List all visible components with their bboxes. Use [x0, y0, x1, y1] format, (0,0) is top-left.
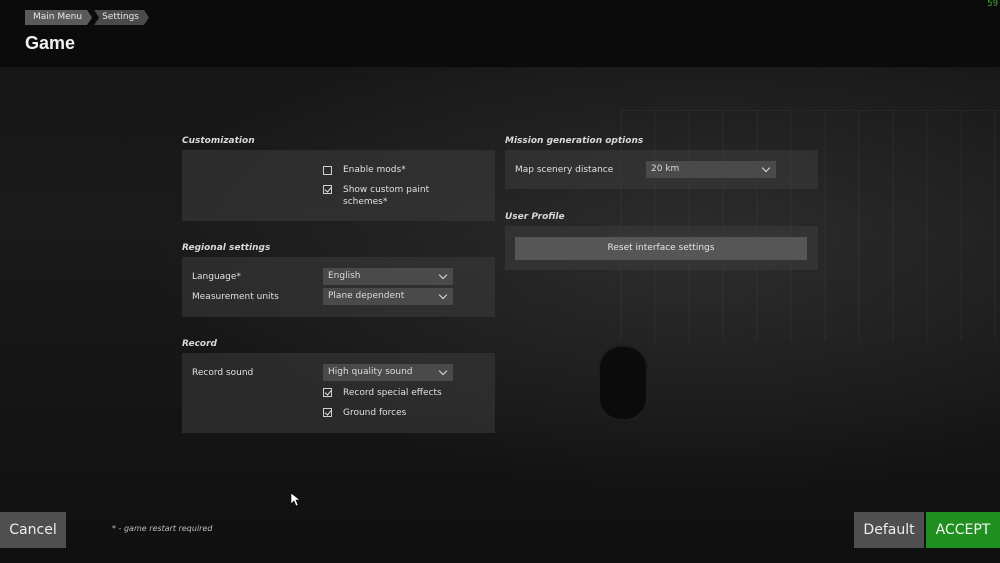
custom-paint-checkbox[interactable]	[323, 185, 332, 194]
measurement-units-value: Plane dependent	[328, 291, 405, 301]
check-icon	[324, 185, 332, 193]
chevron-down-icon	[761, 163, 771, 173]
mouse-cursor-icon	[291, 493, 301, 507]
enable-mods-label: Enable mods*	[343, 165, 406, 175]
custom-paint-label-line2: schemes*	[343, 197, 388, 207]
measurement-units-label: Measurement units	[192, 292, 279, 302]
reset-interface-settings-button[interactable]: Reset interface settings	[515, 237, 807, 260]
record-special-effects-checkbox[interactable]	[323, 388, 332, 397]
map-scenery-distance-value: 20 km	[651, 164, 680, 174]
breadcrumb-settings[interactable]: Settings	[94, 10, 149, 25]
record-title: Record	[182, 339, 217, 349]
aircraft-wheel-backdrop	[598, 345, 648, 421]
mission-generation-title: Mission generation options	[505, 136, 644, 146]
ground-forces-checkbox[interactable]	[323, 408, 332, 417]
default-button[interactable]: Default	[854, 512, 924, 548]
breadcrumb: Main Menu Settings	[25, 10, 151, 25]
page-title: Game	[25, 33, 76, 53]
fps-counter: 59	[987, 0, 998, 9]
header-bar: Main Menu Settings Game 59	[0, 0, 1000, 67]
language-select[interactable]: English	[323, 268, 453, 285]
record-panel: Record sound High quality sound Record s…	[182, 353, 495, 433]
custom-paint-label: Show custom paint schemes*	[343, 184, 429, 208]
chevron-down-icon	[438, 366, 448, 376]
record-sound-value: High quality sound	[328, 367, 413, 377]
record-sound-label: Record sound	[192, 368, 254, 378]
language-value: English	[328, 271, 361, 281]
customization-panel: Enable mods* Show custom paint schemes*	[182, 150, 495, 221]
breadcrumb-main-menu[interactable]: Main Menu	[25, 10, 92, 25]
accept-button[interactable]: ACCEPT	[926, 512, 1000, 548]
chevron-down-icon	[438, 290, 448, 300]
check-icon	[324, 388, 332, 396]
regional-settings-title: Regional settings	[182, 243, 271, 253]
map-scenery-distance-label: Map scenery distance	[515, 165, 614, 175]
custom-paint-label-line1: Show custom paint	[343, 185, 430, 195]
customization-title: Customization	[182, 136, 255, 146]
regional-settings-panel: Language* English Measurement units Plan…	[182, 257, 495, 317]
map-scenery-distance-select[interactable]: 20 km	[646, 161, 776, 178]
cancel-button[interactable]: Cancel	[0, 512, 66, 548]
language-label: Language*	[192, 272, 241, 282]
restart-footnote: * - game restart required	[112, 524, 213, 533]
chevron-down-icon	[438, 270, 448, 280]
mission-generation-panel: Map scenery distance 20 km	[505, 150, 818, 189]
enable-mods-checkbox[interactable]	[323, 166, 332, 175]
record-special-effects-label: Record special effects	[343, 388, 442, 398]
record-sound-select[interactable]: High quality sound	[323, 364, 453, 381]
check-icon	[324, 408, 332, 416]
user-profile-title: User Profile	[505, 212, 565, 222]
ground-forces-label: Ground forces	[343, 408, 407, 418]
measurement-units-select[interactable]: Plane dependent	[323, 288, 453, 305]
